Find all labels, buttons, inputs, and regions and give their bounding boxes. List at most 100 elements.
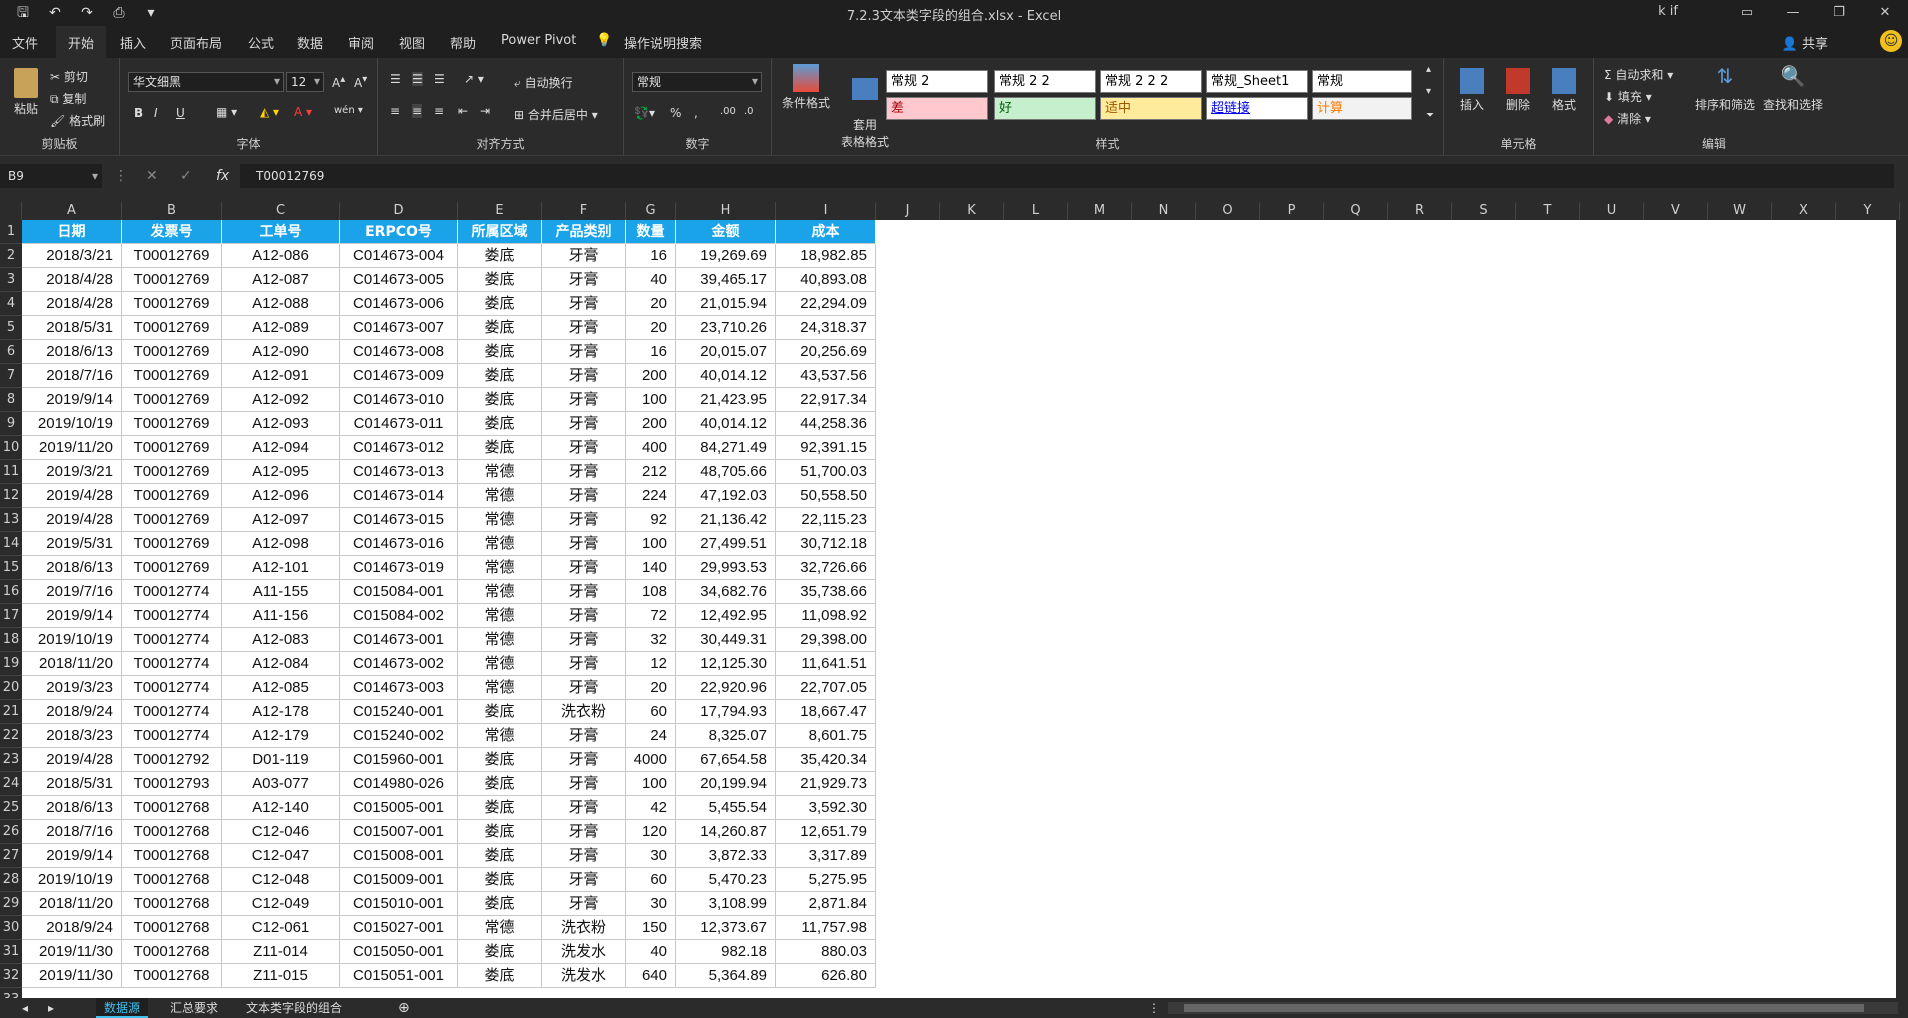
table-cell[interactable]: 17,794.93	[676, 700, 776, 724]
table-cell[interactable]: A12-094	[222, 436, 340, 460]
row-header[interactable]: 30	[0, 916, 22, 940]
table-cell[interactable]: 2018/6/13	[22, 796, 122, 820]
table-header-cell[interactable]: 成本	[776, 220, 876, 244]
table-cell[interactable]: 常德	[458, 724, 542, 748]
table-cell[interactable]: 常德	[458, 556, 542, 580]
table-cell[interactable]: 2018/9/24	[22, 916, 122, 940]
gallery-expand-icon[interactable]: ⏷	[1426, 110, 1434, 121]
table-cell[interactable]: 娄底	[458, 796, 542, 820]
column-header-T[interactable]: T	[1516, 202, 1580, 220]
table-cell[interactable]: 2019/9/14	[22, 388, 122, 412]
currency-icon[interactable]: 💱▾	[634, 106, 655, 120]
table-cell[interactable]: 8,601.75	[776, 724, 876, 748]
table-cell[interactable]: 3,872.33	[676, 844, 776, 868]
table-header-cell[interactable]: 数量	[626, 220, 676, 244]
table-cell[interactable]: A12-083	[222, 628, 340, 652]
table-cell[interactable]: 34,682.76	[676, 580, 776, 604]
table-cell[interactable]: T00012792	[122, 748, 222, 772]
row-header[interactable]: 23	[0, 748, 22, 772]
table-cell[interactable]: T00012774	[122, 700, 222, 724]
table-cell[interactable]: 2019/11/30	[22, 964, 122, 988]
font-color-icon[interactable]: A ▾	[294, 105, 312, 119]
table-cell[interactable]: 3,317.89	[776, 844, 876, 868]
table-cell[interactable]: T00012769	[122, 316, 222, 340]
table-cell[interactable]: 12,125.30	[676, 652, 776, 676]
table-cell[interactable]: D01-119	[222, 748, 340, 772]
table-cell[interactable]: 108	[626, 580, 676, 604]
tell-me-search[interactable]: 操作说明搜索	[624, 33, 702, 52]
enter-check-icon[interactable]: ✓	[180, 168, 192, 184]
tab-formulas[interactable]: 公式	[248, 33, 274, 52]
table-cell[interactable]: C014673-006	[340, 292, 458, 316]
table-cell[interactable]: 100	[626, 532, 676, 556]
table-cell[interactable]: 2019/11/30	[22, 940, 122, 964]
table-cell[interactable]: 洗发水	[542, 964, 626, 988]
table-cell[interactable]: A12-091	[222, 364, 340, 388]
table-cell[interactable]: 2019/9/14	[22, 844, 122, 868]
table-cell[interactable]: C12-046	[222, 820, 340, 844]
table-cell[interactable]: 牙膏	[542, 412, 626, 436]
column-header-G[interactable]: G	[626, 202, 676, 220]
table-header-cell[interactable]: 产品类别	[542, 220, 626, 244]
table-cell[interactable]: A12-086	[222, 244, 340, 268]
row-header[interactable]: 18	[0, 628, 22, 652]
align-left-icon[interactable]: ≡	[390, 104, 400, 118]
table-cell[interactable]: 20,256.69	[776, 340, 876, 364]
table-cell[interactable]: 牙膏	[542, 484, 626, 508]
table-cell[interactable]: 2019/5/31	[22, 532, 122, 556]
table-cell[interactable]: 21,136.42	[676, 508, 776, 532]
user-name[interactable]: k if	[1658, 4, 1678, 19]
table-cell[interactable]: 22,115.23	[776, 508, 876, 532]
table-cell[interactable]: 2018/11/20	[22, 652, 122, 676]
select-all-corner[interactable]	[0, 202, 22, 220]
worksheet-grid[interactable]: ABCDEFGHIJKLMNOPQRSTUVWXY 1 2 3 4 5 6 7 8 9 10 11 1…	[0, 202, 1908, 998]
row-header[interactable]: 25	[0, 796, 22, 820]
cut-button[interactable]: ✂ 剪切	[50, 68, 88, 85]
more-options-icon[interactable]: ⋮	[114, 168, 128, 184]
table-cell[interactable]: T00012768	[122, 892, 222, 916]
table-cell[interactable]: T00012769	[122, 436, 222, 460]
table-cell[interactable]: C014673-002	[340, 652, 458, 676]
table-cell[interactable]: 21,015.94	[676, 292, 776, 316]
table-cell[interactable]: C015005-001	[340, 796, 458, 820]
comma-style-icon[interactable]: ,	[694, 106, 698, 120]
table-cell[interactable]: T00012769	[122, 244, 222, 268]
table-cell[interactable]: A12-096	[222, 484, 340, 508]
table-cell[interactable]: A03-077	[222, 772, 340, 796]
table-cell[interactable]: 2019/7/16	[22, 580, 122, 604]
table-cell[interactable]: 84,271.49	[676, 436, 776, 460]
table-cell[interactable]: 48,705.66	[676, 460, 776, 484]
table-cell[interactable]: A12-084	[222, 652, 340, 676]
table-cell[interactable]: 40	[626, 268, 676, 292]
increase-indent-icon[interactable]: ⇥	[480, 104, 490, 118]
table-cell[interactable]: T00012768	[122, 964, 222, 988]
table-cell[interactable]: 27,499.51	[676, 532, 776, 556]
table-cell[interactable]: 2019/3/21	[22, 460, 122, 484]
table-cell[interactable]: T00012768	[122, 820, 222, 844]
table-cell[interactable]: 2018/7/16	[22, 364, 122, 388]
table-cell[interactable]: 22,920.96	[676, 676, 776, 700]
column-header-L[interactable]: L	[1004, 202, 1068, 220]
row-header[interactable]: 13	[0, 508, 22, 532]
format-painter-button[interactable]: 🖌 格式刷	[50, 112, 105, 129]
row-header[interactable]: 6	[0, 340, 22, 364]
row-header[interactable]: 3	[0, 268, 22, 292]
table-cell[interactable]: 40,014.12	[676, 412, 776, 436]
column-header-S[interactable]: S	[1452, 202, 1516, 220]
table-cell[interactable]: 娄底	[458, 964, 542, 988]
cell-style-7[interactable]: 适中	[1100, 97, 1202, 120]
cell-style-2[interactable]: 常规 2 2 2	[1100, 70, 1202, 93]
table-cell[interactable]: 92,391.15	[776, 436, 876, 460]
table-cell[interactable]: 120	[626, 820, 676, 844]
italic-button[interactable]: I	[154, 106, 158, 120]
table-cell[interactable]: 20	[626, 316, 676, 340]
row-header[interactable]: 4	[0, 292, 22, 316]
table-cell[interactable]: 牙膏	[542, 868, 626, 892]
column-header-Y[interactable]: Y	[1836, 202, 1900, 220]
cell-style-6[interactable]: 好	[994, 97, 1096, 120]
scroll-left-icon[interactable]: ◂	[14, 998, 36, 1018]
sort-filter-button[interactable]: ⇅ 排序和筛选	[1692, 64, 1758, 113]
column-header-J[interactable]: J	[876, 202, 940, 220]
tab-help[interactable]: 帮助	[450, 33, 476, 52]
column-header-E[interactable]: E	[458, 202, 542, 220]
